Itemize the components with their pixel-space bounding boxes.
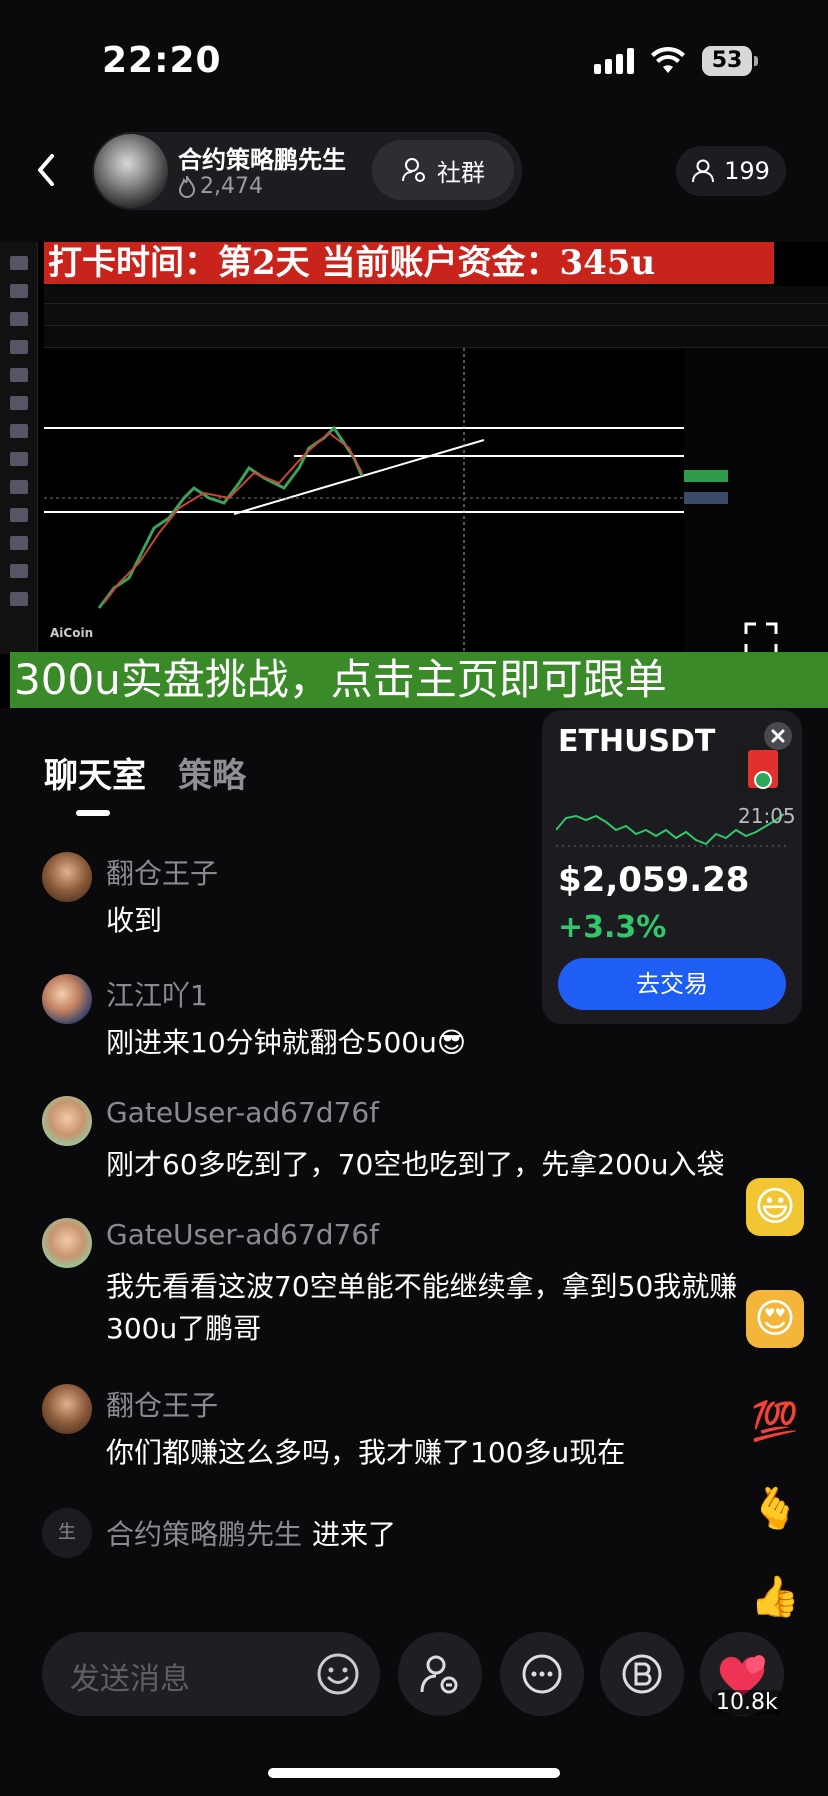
status-bar: 22:20 53: [0, 0, 828, 120]
chat-text: 收到: [106, 904, 163, 937]
video-bottom-banner: 300u实盘挑战，点击主页即可跟单: [10, 652, 828, 708]
host-avatar[interactable]: [94, 134, 168, 208]
chat-username[interactable]: GateUser-ad67d76f: [106, 1096, 379, 1129]
chat-text: 刚才60多吃到了，70空也吃到了，先拿200u入袋: [106, 1148, 725, 1181]
user-avatar[interactable]: [42, 852, 92, 902]
chat-message: 江江吖1 刚进来10分钟就翻仓500u😎: [42, 974, 782, 1064]
chat-username[interactable]: GateUser-ad67d76f: [106, 1218, 379, 1251]
home-indicator: [268, 1768, 560, 1778]
community-label: 社群: [437, 158, 485, 187]
live-video-stream[interactable]: 打卡时间：第2天 当前账户资金：345u AiCoin 300u实盘挑战，点击主…: [0, 242, 828, 708]
chat-text: 刚进来10分钟就翻仓500u😎: [106, 1026, 467, 1059]
user-avatar[interactable]: [42, 1384, 92, 1434]
host-name: 合约策略鹏先生: [178, 146, 346, 174]
close-icon[interactable]: [764, 722, 792, 750]
chat-message: GateUser-ad67d76f 刚才60多吃到了，70空也吃到了，先拿200…: [42, 1096, 782, 1186]
floating-reaction-100-icon: 💯: [751, 1399, 799, 1443]
chat-message: 翻仓王子 收到: [42, 852, 782, 942]
fullscreen-icon[interactable]: [744, 622, 778, 656]
heat-count: 2,474: [178, 174, 263, 199]
user-avatar[interactable]: [42, 974, 92, 1024]
back-arrow-icon[interactable]: [30, 150, 60, 190]
cellular-signal-icon: [594, 48, 634, 74]
viewer-count-button[interactable]: 199: [676, 146, 786, 196]
video-toolbar: [44, 304, 828, 326]
tab-strategy[interactable]: 策略: [178, 748, 246, 797]
person-icon: [692, 159, 715, 183]
message-input-placeholder: 发送消息: [70, 1662, 190, 1697]
chat-message: GateUser-ad67d76f 我先看看这波70空单能不能继续拿，拿到50我…: [42, 1218, 782, 1348]
battery-icon: 53: [702, 46, 758, 76]
like-count: 10.8k: [712, 1690, 782, 1715]
active-tab-indicator: [76, 810, 110, 816]
video-drawing-toolbar: [44, 326, 828, 348]
ticker-time: 21:05: [738, 804, 796, 828]
chat-message: 翻仓王子 你们都赚这么多吗，我才赚了100多u现在: [42, 1384, 782, 1474]
b-coin-icon: [622, 1654, 662, 1694]
emoji-icon[interactable]: [314, 1650, 362, 1698]
floating-reaction-finger-heart-icon: 🫰: [750, 1486, 800, 1532]
system-text: 进来了: [312, 1518, 397, 1551]
more-button[interactable]: [500, 1632, 584, 1716]
floating-reaction-smile-icon: 😃: [746, 1178, 804, 1236]
viewer-count: 199: [724, 157, 770, 185]
chat-text: 我先看看这波70空单能不能继续拿，拿到50我就赚300u了鹏哥: [106, 1270, 738, 1345]
system-username[interactable]: 合约策略鹏先生: [106, 1513, 302, 1553]
ticker-symbol: ETHUSDT: [558, 724, 716, 759]
video-logo: AiCoin: [50, 626, 94, 640]
video-candlestick-chart: [44, 348, 828, 654]
video-ticker-bar: [44, 286, 828, 304]
wifi-icon: [651, 46, 685, 73]
message-input[interactable]: 发送消息: [42, 1632, 380, 1716]
user-avatar[interactable]: [42, 1218, 92, 1268]
tab-chatroom[interactable]: 聊天室: [44, 748, 146, 797]
community-button[interactable]: 社群: [372, 140, 514, 200]
floating-reaction-thumbs-up-icon: 👍: [750, 1574, 800, 1620]
system-avatar: 生: [42, 1508, 92, 1558]
user-avatar[interactable]: [42, 1096, 92, 1146]
more-icon: [522, 1654, 562, 1694]
video-app-sidebar: [0, 242, 38, 654]
chat-username[interactable]: 翻仓王子: [106, 1384, 218, 1424]
follow-user-button[interactable]: [398, 1632, 482, 1716]
community-icon: [402, 158, 425, 182]
chat-username[interactable]: 江江吖1: [106, 974, 208, 1014]
clock: 22:20: [102, 40, 222, 81]
user-follow-icon: [420, 1655, 458, 1694]
floating-reaction-heart-eyes-icon: 😍: [746, 1290, 804, 1348]
coin-button[interactable]: [600, 1632, 684, 1716]
chat-text: 你们都赚这么多吗，我才赚了100多u现在: [106, 1436, 626, 1469]
video-top-banner: 打卡时间：第2天 当前账户资金：345u: [44, 242, 774, 284]
flame-icon: [178, 175, 196, 198]
system-message: 生 合约策略鹏先生 进来了: [42, 1508, 396, 1558]
heat-value: 2,474: [200, 174, 263, 199]
chat-username[interactable]: 翻仓王子: [106, 852, 218, 892]
